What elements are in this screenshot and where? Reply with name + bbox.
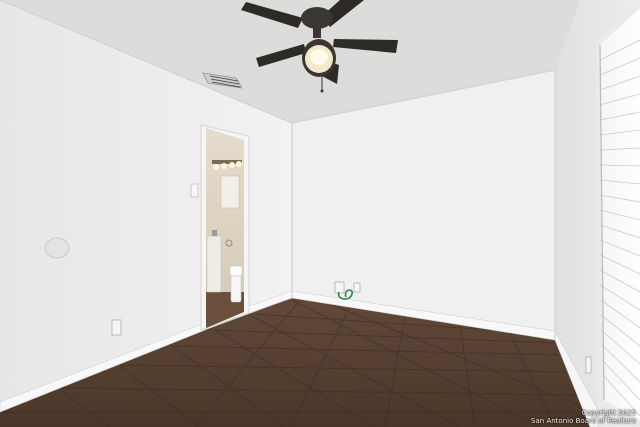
watermark-board: San Antonio Board of Realtors [531,417,636,425]
fan-light-glow [310,49,328,65]
light-switch[interactable] [190,183,199,198]
bathroom-vanity [206,235,222,293]
vanity-light-bulb [213,164,219,170]
outlet-right-wall [585,356,592,374]
vanity-light-bulb [229,162,235,168]
room-photo: Copyright 2025 San Antonio Board of Real… [0,0,640,427]
toilet [229,265,243,303]
faucet [212,230,217,236]
window-blinds [596,0,640,427]
vanity-light-bulb [236,161,242,167]
fan-downrod [313,26,321,38]
outlet-back-wall [334,281,345,294]
fan-motor-housing [301,7,333,29]
photo-watermark: Copyright 2025 San Antonio Board of Real… [531,409,636,425]
room-illustration [0,0,640,427]
vanity-light-bulb [221,163,227,169]
wall-plate-round [44,237,70,259]
bathroom-doorway [200,124,250,331]
outlet-back-wall [353,282,361,293]
bathroom-mirror [220,175,240,209]
watermark-copyright: Copyright 2025 [581,409,636,417]
outlet-left-wall [111,319,122,336]
fan-pull-chain-bead [320,89,324,93]
